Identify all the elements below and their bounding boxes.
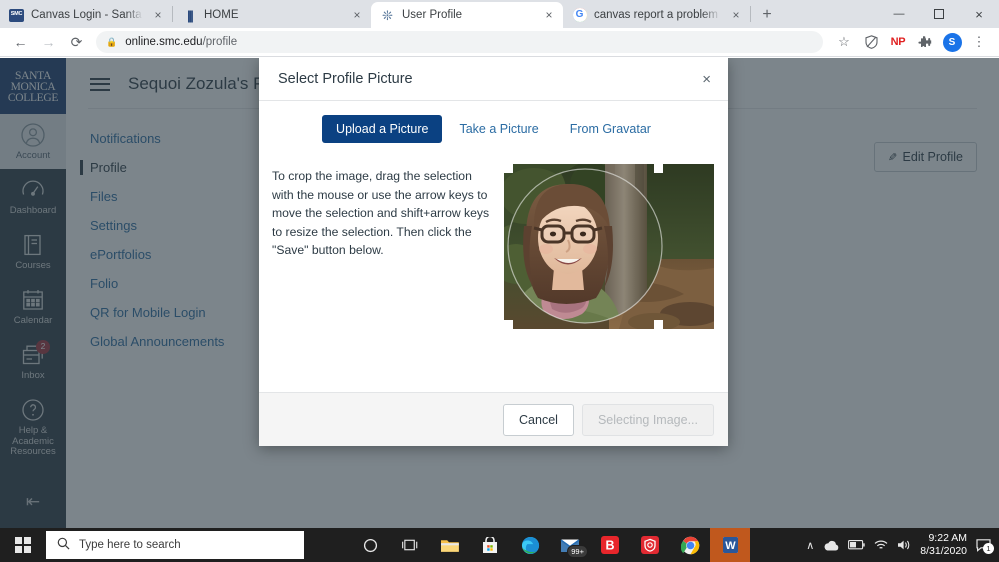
- extensions-puzzle-icon[interactable]: [913, 30, 937, 55]
- url-host: online.smc.edu: [125, 36, 203, 48]
- microsoft-store-icon[interactable]: [470, 528, 510, 562]
- crop-handle-bottom-left[interactable]: [504, 320, 513, 329]
- browser-tab-strip: SMC Canvas Login - Santa Monica Col × ||…: [0, 0, 999, 28]
- notification-badge: 1: [983, 543, 994, 554]
- close-icon[interactable]: ×: [702, 72, 711, 87]
- microsoft-word-icon[interactable]: W: [710, 528, 750, 562]
- file-explorer-icon[interactable]: [430, 528, 470, 562]
- shield-icon[interactable]: [859, 30, 883, 55]
- taskbar-search-input[interactable]: Type here to search: [46, 531, 304, 559]
- url-path: /profile: [202, 36, 238, 48]
- crop-instructions: To crop the image, drag the selection wi…: [272, 169, 490, 258]
- np-extension-icon[interactable]: NP: [886, 30, 910, 55]
- windows-logo-icon: [15, 537, 31, 553]
- cortana-icon[interactable]: [350, 528, 390, 562]
- window-close-button[interactable]: ×: [959, 0, 999, 28]
- search-placeholder: Type here to search: [79, 539, 181, 551]
- dialog-tabs: Upload a Picture Take a Picture From Gra…: [259, 101, 728, 153]
- microsoft-edge-icon[interactable]: [510, 528, 550, 562]
- dialog-body: To crop the image, drag the selection wi…: [259, 153, 728, 329]
- smc-icon: SMC: [9, 8, 24, 22]
- taskbar-clock[interactable]: 9:22 AM 8/31/2020: [920, 532, 967, 558]
- search-icon: [57, 537, 70, 553]
- dialog-header: Select Profile Picture ×: [259, 58, 728, 101]
- tab-title: Canvas Login - Santa Monica Col: [31, 9, 143, 21]
- tab-upload-a-picture[interactable]: Upload a Picture: [322, 115, 443, 143]
- tab-from-gravatar[interactable]: From Gravatar: [556, 115, 665, 143]
- browser-tab-1[interactable]: SMC Canvas Login - Santa Monica Col ×: [0, 2, 172, 28]
- tab-close-icon[interactable]: ×: [728, 7, 744, 23]
- bitwarden-icon[interactable]: B: [590, 528, 630, 562]
- smc-logo-icon: |||: [187, 7, 194, 23]
- cancel-button[interactable]: Cancel: [503, 403, 574, 436]
- canvas-icon: ❊: [382, 7, 393, 23]
- google-icon: [572, 8, 587, 23]
- crop-handle-bottom-right[interactable]: [654, 320, 663, 329]
- tab-take-a-picture[interactable]: Take a Picture: [445, 115, 552, 143]
- svg-text:B: B: [605, 539, 614, 553]
- image-crop-area[interactable]: [504, 164, 714, 329]
- battery-icon[interactable]: [848, 540, 865, 550]
- tab-close-icon[interactable]: ×: [150, 7, 166, 23]
- window-controls: — ×: [879, 0, 999, 28]
- window-maximize-button[interactable]: [919, 0, 959, 28]
- browser-profile-avatar[interactable]: S: [940, 30, 964, 55]
- onedrive-icon[interactable]: [823, 540, 839, 551]
- avatar-initial: S: [942, 32, 962, 52]
- tab-close-icon[interactable]: ×: [541, 7, 557, 23]
- bookmark-star-icon[interactable]: ☆: [832, 30, 856, 55]
- dialog-title: Select Profile Picture: [278, 71, 413, 87]
- mail-badge: 99+: [567, 545, 588, 558]
- windows-taskbar: Type here to search 99+ B W ∧ 9:22 AM 8/…: [0, 528, 999, 562]
- volume-icon[interactable]: [897, 539, 911, 551]
- tab-title: User Profile: [402, 9, 463, 21]
- svg-text:W: W: [725, 540, 736, 552]
- url-text: online.smc.edu/profile: [125, 36, 237, 48]
- system-tray: ∧ 9:22 AM 8/31/2020 1: [806, 532, 999, 558]
- forward-button[interactable]: →: [36, 30, 61, 55]
- window-minimize-button[interactable]: —: [879, 0, 919, 28]
- tab-title: HOME: [204, 9, 239, 21]
- submit-button: Selecting Image...: [581, 403, 714, 436]
- back-button[interactable]: ←: [8, 30, 33, 55]
- reload-button[interactable]: ⟳: [64, 30, 89, 55]
- photo-illustration: [504, 164, 714, 329]
- uploaded-photo: [504, 164, 714, 329]
- crop-handle-top-right[interactable]: [654, 164, 663, 173]
- antivirus-shield-icon[interactable]: [630, 528, 670, 562]
- wifi-icon[interactable]: [874, 540, 888, 551]
- browser-menu-icon[interactable]: ⋮: [967, 30, 991, 55]
- new-tab-button[interactable]: +: [754, 2, 780, 28]
- browser-tab-2[interactable]: ||| HOME ×: [173, 2, 371, 28]
- select-profile-picture-dialog: Select Profile Picture × Upload a Pictur…: [259, 58, 728, 446]
- clock-date: 8/31/2020: [920, 545, 967, 557]
- start-button[interactable]: [0, 528, 46, 562]
- tab-title: canvas report a problem - Googl: [594, 9, 721, 21]
- dialog-footer: Cancel Selecting Image...: [259, 392, 728, 446]
- browser-tab-3-active[interactable]: ❊ User Profile ×: [371, 2, 563, 28]
- web-page: SANTA MONICA COLLEGE Account Dashboard: [0, 58, 999, 528]
- task-view-icon[interactable]: [390, 528, 430, 562]
- tab-close-icon[interactable]: ×: [349, 7, 365, 23]
- browser-toolbar: ← → ⟳ 🔒 online.smc.edu/profile ☆ NP S ⋮: [0, 28, 999, 57]
- google-chrome-icon[interactable]: [670, 528, 710, 562]
- lock-icon: 🔒: [106, 36, 118, 47]
- clock-time: 9:22 AM: [928, 531, 967, 544]
- address-bar[interactable]: 🔒 online.smc.edu/profile: [96, 31, 823, 53]
- mail-icon[interactable]: 99+: [550, 528, 590, 562]
- screen: SMC Canvas Login - Santa Monica Col × ||…: [0, 0, 999, 562]
- browser-tab-4[interactable]: canvas report a problem - Googl ×: [563, 2, 750, 28]
- tab-separator: [750, 6, 751, 22]
- crop-handle-top-left[interactable]: [504, 164, 513, 173]
- maximize-icon: [934, 9, 944, 19]
- notification-center-icon[interactable]: 1: [976, 538, 994, 554]
- tray-overflow-icon[interactable]: ∧: [806, 539, 814, 552]
